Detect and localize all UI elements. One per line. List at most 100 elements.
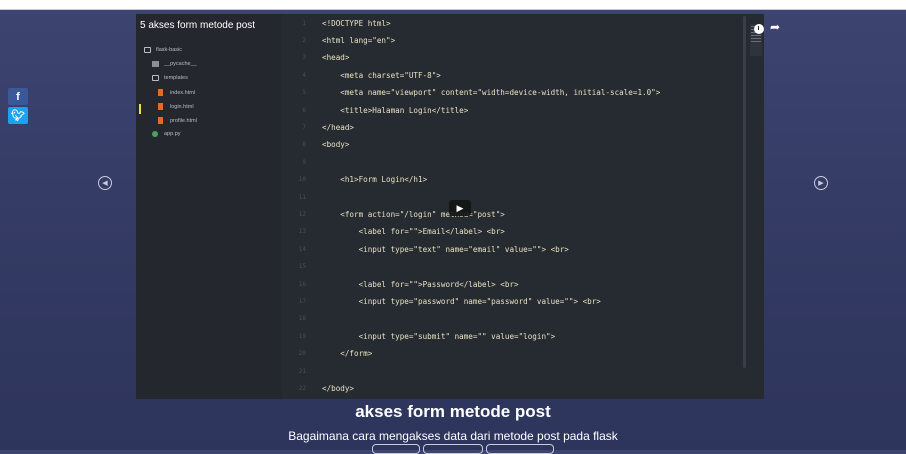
page-title: akses form metode post [355,402,551,421]
line-number: 12 [298,210,306,218]
folder-icon [152,75,159,81]
code-text: </form> [322,349,373,359]
code-line: 21 [282,364,322,378]
html5-icon [158,117,163,124]
play-button[interactable]: ▶ [449,200,471,216]
code-text: <form action="/login" metnod="post"> [322,209,505,219]
line-number: 9 [302,158,306,166]
code-line: 11 [282,190,322,204]
tag-button[interactable] [372,444,420,454]
code-line: 17 <input type="password" name="password… [282,294,601,308]
line-number: 20 [298,350,306,358]
code-line: 22 </body> [282,381,354,395]
line-number: 16 [298,280,306,288]
line-number: 21 [298,367,306,375]
line-number: 19 [298,332,306,340]
code-line: 9 [282,155,322,169]
code-line: 19 <input type="submit" name="" value="l… [282,329,555,343]
sidebar-file-item[interactable]: __pycache__ [152,61,197,67]
folder-icon [144,47,151,53]
code-line: 3 <head> [282,51,349,65]
line-number: 11 [298,193,306,201]
chevron-right-icon: ▶ [818,180,824,187]
tag-button[interactable] [423,444,483,454]
line-number: 3 [302,54,306,62]
code-text: <label for="">Email</label> <br> [322,227,505,237]
code-text: <label for="">Password</label> <br> [322,279,519,289]
code-line: 5 <meta name="viewport" content="width=d… [282,86,660,100]
next-slide-button[interactable]: ▶ [814,176,828,190]
watch-later-icon[interactable] [754,24,764,34]
code-line: 2 <html lang="en"> [282,33,395,47]
twitter-icon: 🐦︎ [11,110,25,122]
sidebar-file-label: index.html [170,89,196,96]
sidebar-file-label: profile.html [170,117,197,124]
line-number: 6 [302,106,306,114]
sidebar-file-item[interactable]: templates [152,75,188,81]
editor-scrollbar[interactable] [743,16,746,368]
code-text: <h1>Form Login</h1> [322,175,428,185]
line-number: 5 [302,89,306,97]
code-text: </head> [322,122,355,132]
line-number: 18 [298,315,306,323]
code-text: </body> [322,383,355,393]
code-line: 18 [282,312,322,326]
facebook-share-button[interactable]: f [8,88,28,105]
chevron-left-icon: ◀ [102,180,108,187]
code-text: <html lang="en"> [322,35,396,45]
video-title: 5 akses form metode post [140,20,256,31]
line-number: 2 [302,36,306,44]
line-number: 15 [298,263,306,271]
code-line: 12 <form action="/login" metnod="post"> [282,207,505,221]
sidebar-file-label: flask-basic [156,47,182,53]
code-text: <input type="text" name="email" value=""… [322,244,569,254]
sidebar-file-item[interactable]: index.html [158,89,195,96]
sidebar-file-label: login.html [170,103,194,110]
html5-icon [158,89,163,96]
python-icon [152,131,158,137]
sidebar-file-label: templates [164,75,188,81]
sidebar-file-label: __pycache__ [164,61,197,67]
code-text: <body> [322,140,350,150]
line-number: 7 [302,123,306,131]
top-divider [0,9,906,10]
sidebar-file-label: app.py [164,131,181,137]
line-number: 10 [298,176,306,184]
code-editor: 1 <!DOCTYPE html> 2 <html lang="en"> 3 <head>… [282,14,764,399]
code-line: 1 <!DOCTYPE html> [282,16,391,30]
code-text: <meta name="viewport" content="width=dev… [322,88,661,98]
share-arrow-icon[interactable]: ➦ [770,20,780,34]
file-explorer-sidebar: flask-basic __pycache__ templates index.htm… [136,14,282,399]
tag-button[interactable] [486,444,554,454]
sidebar-file-item[interactable]: profile.html [158,117,197,124]
active-file-indicator [139,104,141,114]
code-text: <title>Halaman Login</title> [322,105,469,115]
line-number: 13 [298,228,306,236]
code-text: <input type="password" name="password" v… [322,296,601,306]
line-number: 17 [298,297,306,305]
code-line: 15 [282,260,322,274]
code-line: 4 <meta charset="UTF-8"> [282,68,441,82]
play-icon: ▶ [456,202,464,213]
sidebar-file-item[interactable]: app.py [152,131,181,137]
page-subtitle: Bagaimana cara mengakses data dari metod… [288,429,618,443]
code-text: <meta charset="UTF-8"> [322,70,441,80]
code-line: 16 <label for="">Password</label> <br> [282,277,519,291]
code-line: 20 </form> [282,347,373,361]
facebook-icon: f [16,90,20,103]
twitter-share-button[interactable]: 🐦︎ [8,107,28,124]
code-line: 6 <title>Halaman Login</title> [282,103,468,117]
html5-icon [158,103,163,110]
previous-slide-button[interactable]: ◀ [98,176,112,190]
line-number: 22 [298,384,306,392]
sidebar-file-item[interactable]: flask-basic [144,47,182,53]
folder-filled-icon [152,61,159,67]
line-number: 1 [302,19,306,27]
line-number: 14 [298,245,306,253]
line-number: 8 [302,141,306,149]
code-text: <input type="submit" name="" value="logi… [322,331,556,341]
code-line: 14 <input type="text" name="email" value… [282,242,569,256]
sidebar-file-item[interactable]: login.html [158,103,194,110]
code-text: <!DOCTYPE html> [322,18,391,28]
line-number: 4 [302,71,306,79]
